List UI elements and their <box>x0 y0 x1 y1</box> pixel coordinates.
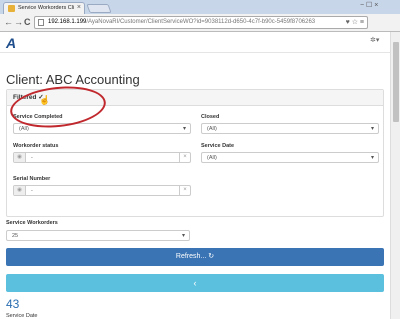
service-workorders-select[interactable]: 25 ▾ <box>6 230 190 241</box>
favicon-icon <box>8 5 15 12</box>
app-logo[interactable]: A <box>6 35 16 51</box>
forward-icon[interactable]: → <box>14 17 23 27</box>
previous-page-button[interactable]: ‹ <box>6 274 384 292</box>
closed-label: Closed <box>201 114 220 120</box>
serial-number-label: Serial Number <box>13 176 51 182</box>
chevron-down-icon: ▾ <box>370 126 374 132</box>
clear-icon[interactable]: × <box>179 186 190 195</box>
closed-value: (All) <box>207 126 217 132</box>
service-completed-value: (All) <box>19 126 29 132</box>
eye-icon[interactable]: ◉ <box>14 186 26 195</box>
workorder-status-label: Workorder status <box>13 143 59 149</box>
address-bar[interactable]: 192.168.1.199/AyaNovaRI/Customer/ClientS… <box>34 16 368 29</box>
window-controls[interactable]: − ☐ × <box>360 1 378 9</box>
serial-number-value: - <box>31 188 33 194</box>
browser-tab[interactable]: Service Workorders Client × <box>3 2 85 14</box>
tab-title: Service Workorders Client <box>18 5 74 11</box>
new-tab-button[interactable] <box>86 4 112 13</box>
chevron-down-icon: ▾ <box>370 155 374 161</box>
workorder-status-value: - <box>31 155 33 161</box>
bookmark-star-icon[interactable]: ♥ ☆ ≡ <box>346 18 364 26</box>
closed-select[interactable]: (All) ▾ <box>201 123 379 134</box>
eye-icon[interactable]: ◉ <box>14 153 26 162</box>
page-icon <box>38 19 44 26</box>
service-date-select[interactable]: (All) ▾ <box>201 152 379 163</box>
chevron-down-icon: ▾ <box>182 126 186 132</box>
chevron-down-icon: ▾ <box>181 233 185 239</box>
browser-chrome: Service Workorders Client × − ☐ × ← → C … <box>0 0 400 32</box>
gear-icon[interactable]: ✲▾ <box>370 36 379 44</box>
page-content: A ✲▾ Client: ABC Accounting Filtered ✓ ☝… <box>0 32 390 319</box>
refresh-button[interactable]: Refresh... ↻ <box>6 248 384 266</box>
scrollbar-thumb[interactable] <box>393 42 399 122</box>
result-count: 43 <box>6 297 20 311</box>
url-text[interactable]: 192.168.1.199/AyaNovaRI/Customer/ClientS… <box>48 19 315 25</box>
service-workorders-label: Service Workorders <box>6 220 58 226</box>
workorder-status-field[interactable]: ◉ - × <box>13 152 191 163</box>
result-service-date-label: Service Date <box>6 313 38 319</box>
tab-strip: Service Workorders Client × − ☐ × <box>0 0 400 14</box>
back-icon[interactable]: ← <box>4 17 13 27</box>
clear-icon[interactable]: × <box>179 153 190 162</box>
page-scrollbar[interactable] <box>390 32 400 319</box>
service-date-label: Service Date <box>201 143 235 149</box>
service-date-value: (All) <box>207 155 217 161</box>
service-workorders-value: 25 <box>12 233 19 239</box>
reload-icon[interactable]: C <box>24 17 31 27</box>
page-title: Client: ABC Accounting <box>6 72 140 87</box>
tab-close-icon[interactable]: × <box>77 4 81 11</box>
browser-toolbar: ← → C 192.168.1.199/AyaNovaRI/Customer/C… <box>0 14 400 32</box>
header-divider <box>0 52 390 53</box>
serial-number-field[interactable]: ◉ - × <box>13 185 191 196</box>
